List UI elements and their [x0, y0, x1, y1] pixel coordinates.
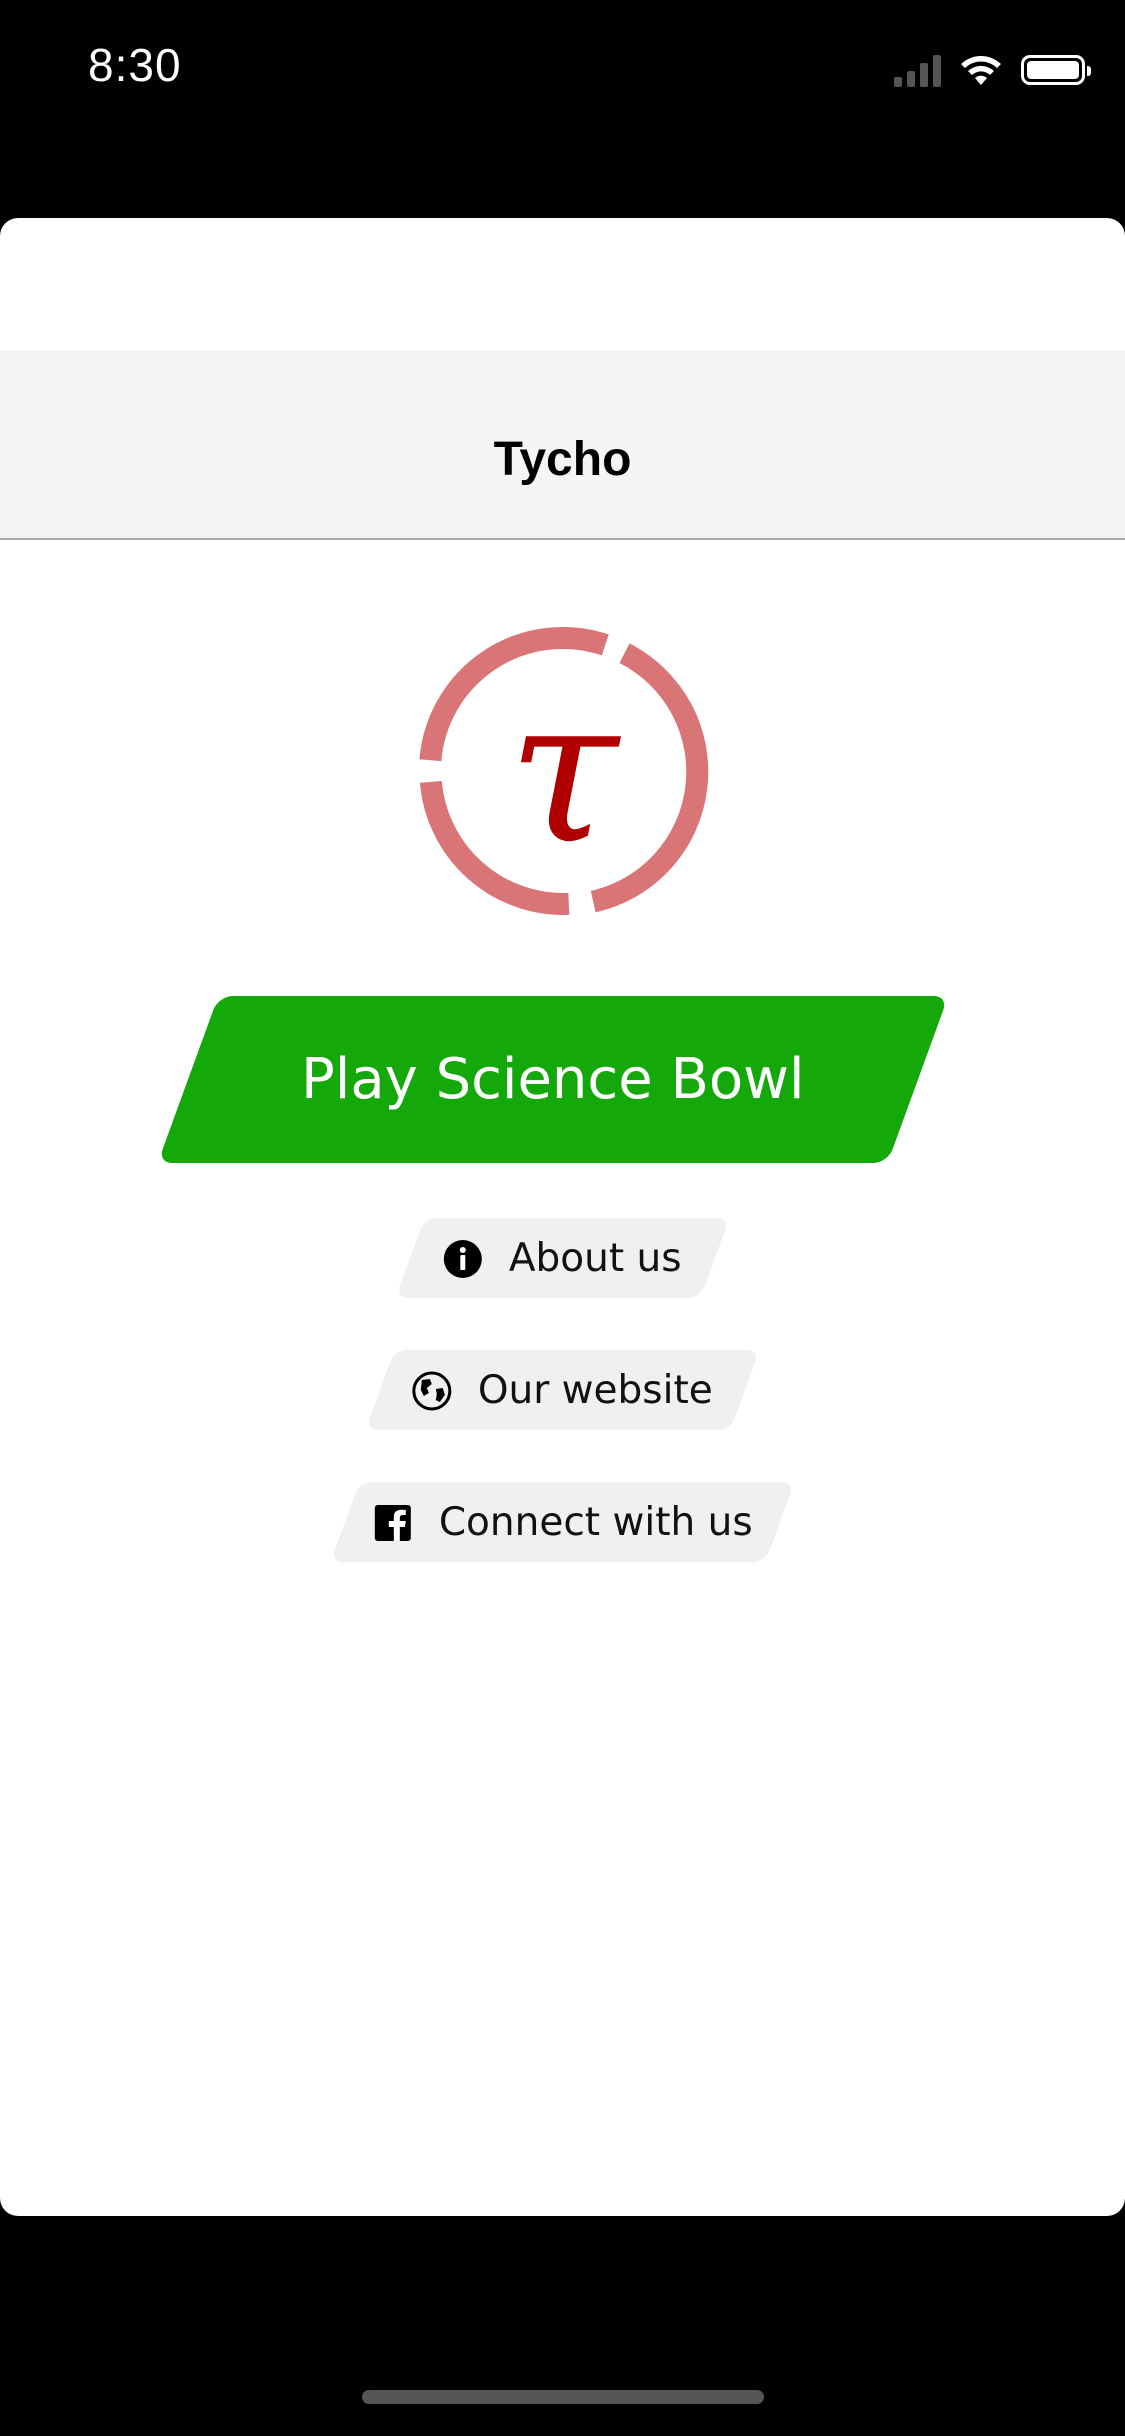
- about-us-button[interactable]: About us: [395, 1218, 730, 1298]
- info-icon: [444, 1239, 483, 1277]
- tycho-logo: τ: [419, 627, 709, 915]
- connect-with-us-label: Connect with us: [438, 1499, 753, 1545]
- tau-symbol: τ: [508, 655, 622, 888]
- page-title: Tycho: [493, 433, 632, 486]
- battery-icon: [1021, 55, 1091, 85]
- navigation-bar: Tycho: [0, 350, 1125, 540]
- notch: [250, 0, 875, 95]
- phone-screen: 8:30 Tycho τ Play Science Bowl About us …: [0, 0, 1125, 2436]
- our-website-button[interactable]: Our website: [365, 1350, 760, 1430]
- wifi-icon: [961, 56, 1001, 85]
- our-website-label: Our website: [478, 1367, 713, 1413]
- status-icons: [894, 48, 1091, 92]
- home-indicator[interactable]: [362, 2390, 764, 2404]
- connect-with-us-button[interactable]: Connect with us: [330, 1482, 795, 1562]
- status-time: 8:30: [88, 39, 182, 91]
- about-us-label: About us: [509, 1235, 682, 1281]
- app-screen: Tycho τ Play Science Bowl About us Our w…: [0, 218, 1125, 2216]
- cellular-signal-icon: [894, 53, 941, 87]
- play-science-bowl-button[interactable]: Play Science Bowl: [157, 996, 949, 1163]
- facebook-icon: [374, 1504, 411, 1540]
- globe-icon: [412, 1370, 452, 1410]
- play-button-label: Play Science Bowl: [301, 1047, 805, 1112]
